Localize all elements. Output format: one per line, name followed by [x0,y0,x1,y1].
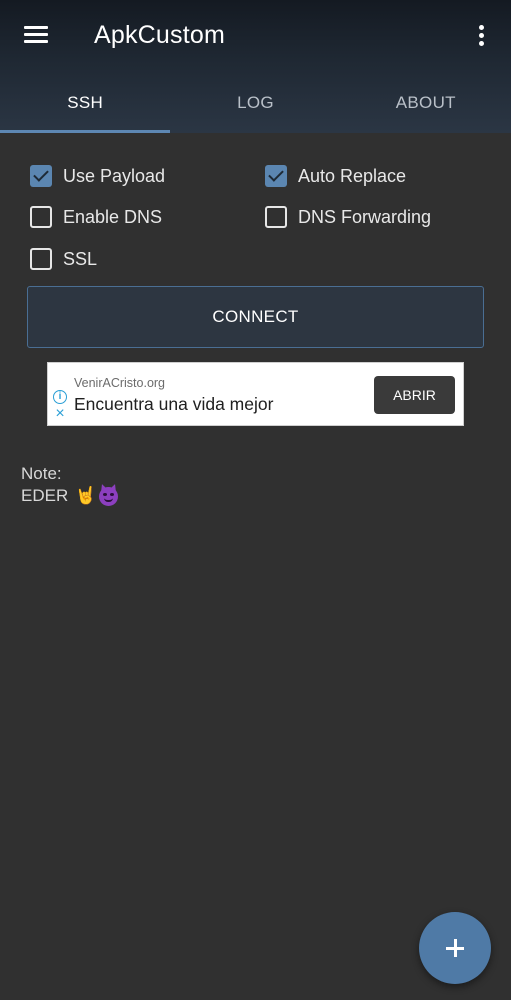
ad-url: VenirACristo.org [74,376,166,390]
app-root: ApkCustom SSH LOG ABOUT Use Payload Auto… [0,0,511,1000]
smiling-imp-emoji-icon [99,486,119,506]
use-payload-option[interactable]: Use Payload [30,165,165,187]
add-fab-plus-icon[interactable] [419,912,491,984]
dns-forwarding-checkbox[interactable] [265,206,287,228]
tab-ssh[interactable]: SSH [0,72,171,133]
note-label: Note: [21,464,62,483]
ad-open-button[interactable]: ABRIR [374,376,455,414]
connect-button[interactable]: CONNECT [27,286,484,348]
ad-headline: Encuentra una vida mejor [74,394,274,414]
auto-replace-label: Auto Replace [298,165,407,186]
tab-log[interactable]: LOG [170,72,340,133]
auto-replace-checkbox[interactable] [265,165,287,187]
auto-replace-option[interactable]: Auto Replace [265,165,406,187]
dns-forwarding-option[interactable]: DNS Forwarding [265,206,431,228]
ad-info-icon[interactable]: i [53,390,67,404]
enable-dns-option[interactable]: Enable DNS [30,206,162,228]
note-text: EDER [21,486,69,505]
more-vert-icon[interactable] [468,20,496,52]
use-payload-label: Use Payload [63,165,166,186]
ad-banner[interactable]: i × VenirACristo.org Encuentra una vida … [47,362,464,426]
enable-dns-label: Enable DNS [63,206,163,227]
sign-of-horns-emoji-icon: 🤘 [75,486,97,505]
tab-about[interactable]: ABOUT [341,72,511,133]
ad-close-icon[interactable]: × [53,406,67,422]
ssl-option[interactable]: SSL [30,248,97,270]
ssl-checkbox[interactable] [30,248,52,270]
tab-bar: SSH LOG ABOUT [0,72,511,133]
note-section: Note: EDER 🤘 [21,463,119,507]
app-bar: ApkCustom SSH LOG ABOUT [0,0,511,133]
use-payload-checkbox[interactable] [30,165,52,187]
ssl-label: SSL [63,248,98,269]
hamburger-menu-icon[interactable] [18,20,54,52]
enable-dns-checkbox[interactable] [30,206,52,228]
note-content: EDER 🤘 [21,485,119,507]
app-title: ApkCustom [94,21,226,49]
dns-forwarding-label: DNS Forwarding [298,206,432,227]
toolbar: ApkCustom [0,0,511,72]
